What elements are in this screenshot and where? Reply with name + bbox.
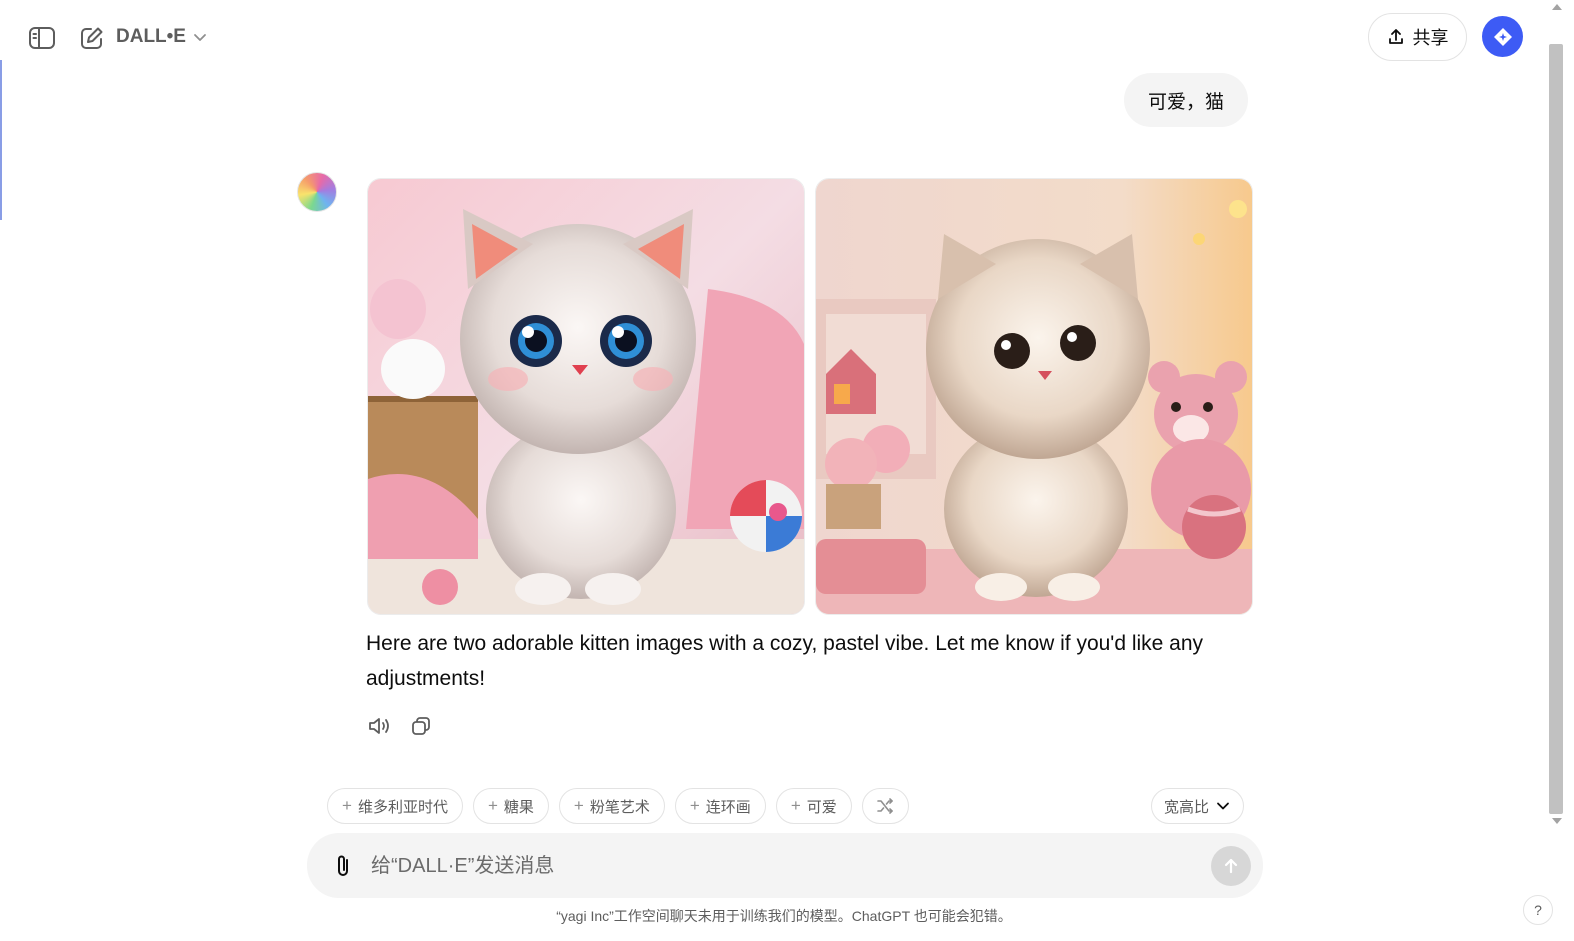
- aspect-ratio-label: 宽高比: [1164, 798, 1210, 816]
- message-actions: [366, 713, 434, 739]
- suggestion-chip[interactable]: + 粉笔艺术: [558, 788, 665, 824]
- attach-button[interactable]: [329, 851, 357, 881]
- scrollbar[interactable]: [1548, 0, 1566, 941]
- plus-icon: +: [689, 796, 700, 815]
- share-upload-icon: [1388, 29, 1403, 44]
- chevron-down-icon: [1217, 802, 1229, 810]
- aspect-ratio-button[interactable]: 宽高比: [1151, 788, 1245, 824]
- message-composer: [307, 833, 1263, 898]
- chip-label: 粉笔艺术: [589, 798, 650, 816]
- arrow-up-icon: [1224, 858, 1238, 874]
- window-edge: [0, 60, 2, 220]
- plus-icon: +: [573, 796, 584, 815]
- scroll-up-arrow[interactable]: [1552, 4, 1562, 10]
- assistant-avatar: [297, 172, 337, 212]
- user-message-text: 可爱，猫: [1148, 91, 1225, 113]
- copy-icon: [412, 717, 430, 735]
- plus-icon: +: [790, 796, 801, 815]
- kitten-illustration-2: [816, 179, 1252, 614]
- scroll-thumb[interactable]: [1549, 44, 1563, 814]
- chip-label: 可爱: [806, 798, 837, 816]
- shuffle-button[interactable]: [861, 788, 909, 824]
- read-aloud-button[interactable]: [366, 713, 392, 739]
- message-input[interactable]: [371, 847, 1191, 885]
- workspace-avatar[interactable]: [1482, 16, 1523, 57]
- share-button[interactable]: 共享: [1368, 13, 1467, 61]
- share-label: 共享: [1412, 28, 1449, 48]
- sidebar-toggle-icon: [29, 27, 55, 49]
- workspace-badge-icon: [1493, 27, 1512, 46]
- plus-icon: +: [342, 796, 352, 815]
- new-chat-icon: [81, 27, 103, 49]
- assistant-message-text: Here are two adorable kitten images with…: [366, 632, 1204, 690]
- kitten-illustration-1: [368, 179, 804, 614]
- top-bar: DALL•E 共享: [0, 0, 1574, 72]
- footer-disclaimer: “yagi Inc”工作空间聊天未用于训练我们的模型。ChatGPT 也可能会犯…: [556, 908, 1012, 924]
- chip-label: 连环画: [705, 798, 751, 816]
- suggestion-chip[interactable]: + 连环画: [674, 788, 766, 824]
- suggestion-chip[interactable]: + 维多利亚时代: [327, 788, 463, 824]
- generated-image-2[interactable]: [815, 178, 1253, 615]
- user-message-bubble: 可爱，猫: [1124, 73, 1249, 127]
- style-suggestions: + 维多利亚时代 + 糖果 + 粉笔艺术 + 连环画 + 可爱: [327, 788, 909, 824]
- generated-image-1[interactable]: [367, 178, 805, 615]
- scroll-down-arrow[interactable]: [1552, 818, 1562, 824]
- paperclip-icon: [338, 855, 348, 876]
- model-picker[interactable]: DALL•E: [116, 22, 208, 52]
- suggestion-chip[interactable]: + 可爱: [775, 788, 852, 824]
- suggestion-chip[interactable]: + 糖果: [472, 788, 549, 824]
- speaker-icon: [369, 718, 389, 734]
- plus-icon: +: [487, 796, 498, 815]
- model-name: DALL•E: [116, 26, 186, 47]
- help-button[interactable]: ?: [1523, 895, 1553, 925]
- sidebar-toggle-button[interactable]: [22, 20, 62, 56]
- chip-label: 维多利亚时代: [357, 798, 448, 816]
- new-chat-button[interactable]: [74, 20, 110, 56]
- copy-button[interactable]: [408, 713, 434, 739]
- chip-label: 糖果: [503, 798, 534, 816]
- send-button[interactable]: [1211, 846, 1251, 886]
- chevron-down-icon: [194, 34, 206, 41]
- shuffle-icon: [877, 798, 894, 814]
